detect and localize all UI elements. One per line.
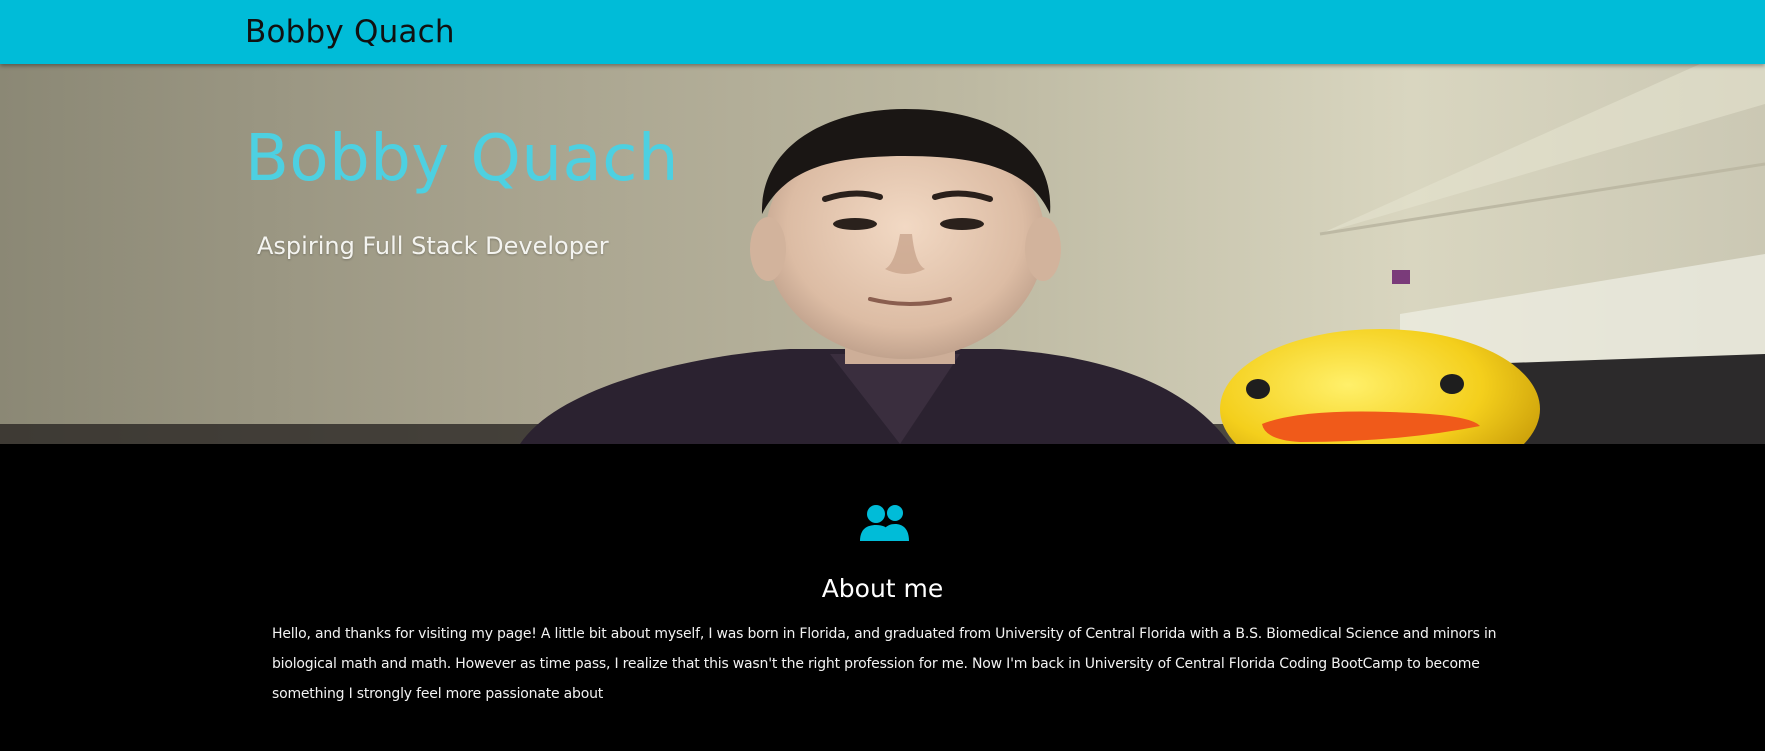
about-heading: About me xyxy=(821,574,944,603)
about-body: Hello, and thanks for visiting my page! … xyxy=(272,626,1497,702)
hero-title: Bobby Quach xyxy=(245,122,679,196)
brand-link[interactable]: Bobby Quach xyxy=(245,14,455,50)
hero-banner: Bobby Quach Aspiring Full Stack Develope… xyxy=(0,64,1765,444)
hero-subtitle: Aspiring Full Stack Developer xyxy=(257,232,609,260)
people-icon xyxy=(860,505,909,541)
navbar: Bobby Quach xyxy=(0,0,1765,64)
about-section: About me Hello, and thanks for visiting … xyxy=(0,444,1765,751)
